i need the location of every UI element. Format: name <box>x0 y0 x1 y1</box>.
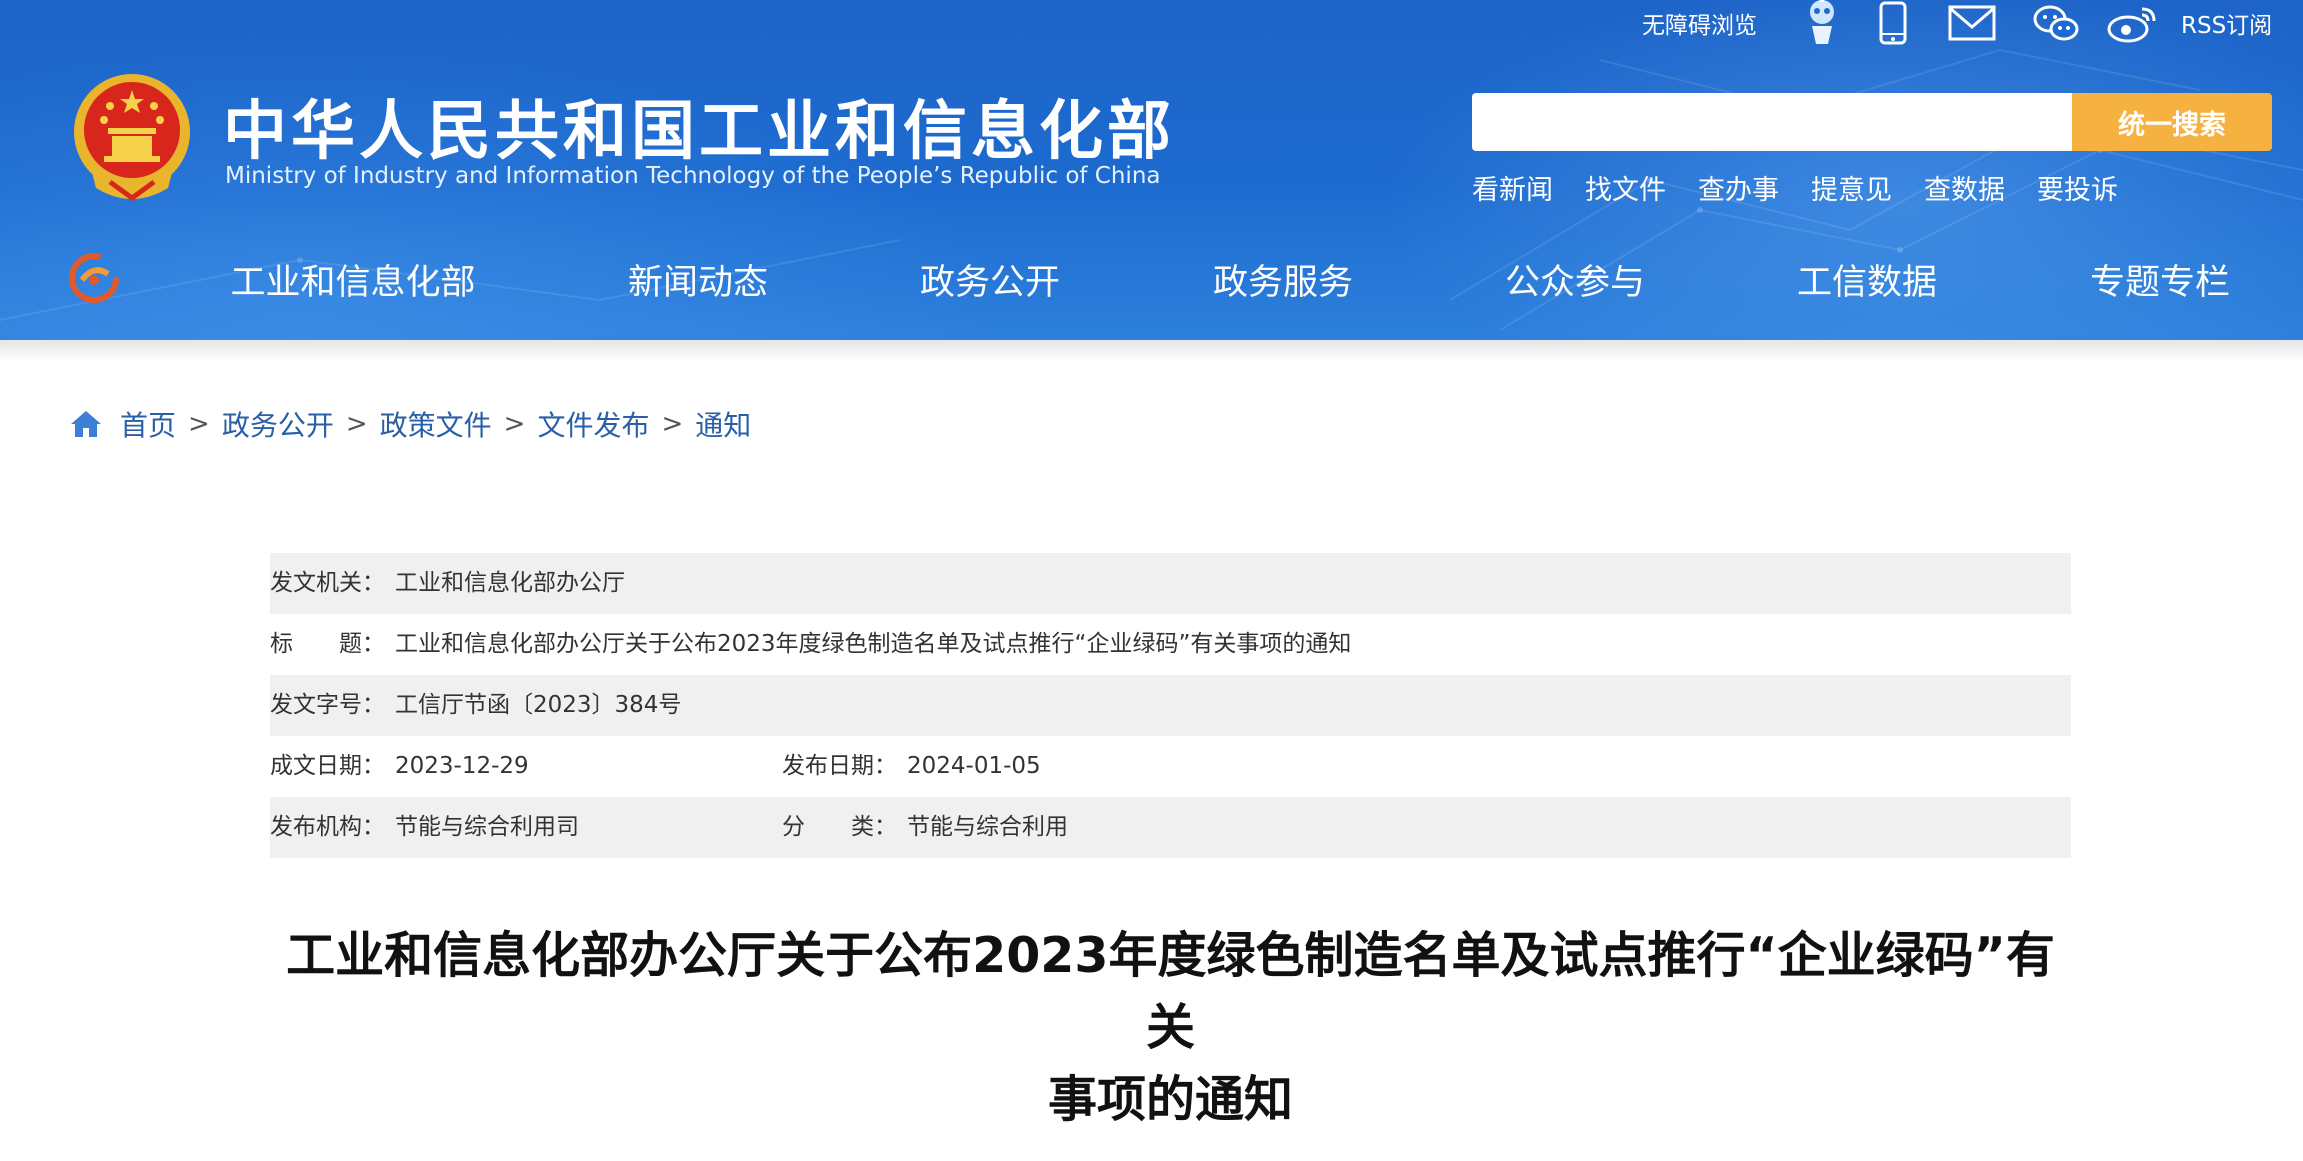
breadcrumb-notice[interactable]: 通知 <box>695 404 751 444</box>
meta-row-issuer: 发文机关： 工业和信息化部办公厅 <box>270 553 2071 614</box>
article-title: 工业和信息化部办公厅关于公布2023年度绿色制造名单及试点推行“企业绿码”有关 … <box>270 920 2071 1136</box>
doc-number-label: 发文字号： <box>270 692 385 718</box>
rss-label: RSS订阅 <box>2181 13 2273 39</box>
quick-link-data[interactable]: 查数据 <box>1924 168 2005 206</box>
meta-row-dates: 成文日期： 2023-12-29 发布日期： 2024-01-05 <box>270 736 2071 797</box>
accessibility-label: 无障碍浏览 <box>1642 13 1757 39</box>
nav-item-government-affairs[interactable]: 政务公开 <box>920 254 1060 303</box>
nav-item-public-participation[interactable]: 公众参与 <box>1505 254 1645 303</box>
quick-link-services[interactable]: 查办事 <box>1698 168 1779 206</box>
published-date-value: 2024-01-05 <box>907 753 1041 779</box>
mail-button[interactable] <box>1948 0 1996 46</box>
nav-item-special-topics[interactable]: 专题专栏 <box>2090 254 2230 303</box>
breadcrumb-government-affairs[interactable]: 政务公开 <box>222 404 334 444</box>
meta-row-title: 标 题： 工业和信息化部办公厅关于公布2023年度绿色制造名单及试点推行“企业绿… <box>270 614 2071 675</box>
nav-item-government-services[interactable]: 政务服务 <box>1213 254 1353 303</box>
meta-row-doc-number: 发文字号： 工信厅节函〔2023〕384号 <box>270 675 2071 736</box>
meta-row-org: 发布机构： 节能与综合利用司 分 类： 节能与综合利用 <box>270 797 2071 858</box>
org-label: 发布机构： <box>270 814 385 840</box>
quick-link-feedback[interactable]: 提意见 <box>1811 168 1892 206</box>
mobile-button[interactable] <box>1878 0 1908 46</box>
title-value: 工业和信息化部办公厅关于公布2023年度绿色制造名单及试点推行“企业绿码”有关事… <box>395 631 1352 657</box>
quick-links: 看新闻 找文件 查办事 提意见 查数据 要投诉 <box>1472 168 2150 206</box>
breadcrumb-separator: > <box>345 409 368 439</box>
article-title-line1: 工业和信息化部办公厅关于公布2023年度绿色制造名单及试点推行“企业绿码”有关 <box>286 927 2055 1056</box>
breadcrumb-document-release[interactable]: 文件发布 <box>537 404 649 444</box>
written-date-label: 成文日期： <box>270 753 385 779</box>
document-meta-table: 发文机关： 工业和信息化部办公厅 标 题： 工业和信息化部办公厅关于公布2023… <box>270 553 2071 858</box>
breadcrumb-home[interactable]: 首页 <box>120 404 176 444</box>
issuer-value: 工业和信息化部办公厅 <box>395 570 625 596</box>
weibo-button[interactable] <box>2106 0 2160 46</box>
written-date-value: 2023-12-29 <box>395 753 529 779</box>
rss-link[interactable]: RSS订阅 <box>2181 0 2272 46</box>
nav-item-data[interactable]: 工信数据 <box>1797 254 1937 303</box>
category-value: 节能与综合利用 <box>907 814 1068 840</box>
nav-item-news[interactable]: 新闻动态 <box>628 254 768 303</box>
site-title-chinese[interactable]: 中华人民共和国工业和信息化部 <box>223 80 1175 172</box>
org-value: 节能与综合利用司 <box>395 814 579 840</box>
home-icon[interactable] <box>70 409 102 439</box>
mail-icon <box>1948 5 1996 41</box>
site-title-english[interactable]: Ministry of Industry and Information Tec… <box>225 163 1161 189</box>
robot-assistant-button[interactable] <box>1804 0 1840 46</box>
wechat-button[interactable] <box>2032 0 2080 46</box>
doc-number-value: 工信厅节函〔2023〕384号 <box>395 692 682 718</box>
search-input[interactable] <box>1472 93 2072 151</box>
quick-link-complaint[interactable]: 要投诉 <box>2037 168 2118 206</box>
unified-search-button[interactable]: 统一搜索 <box>2072 93 2272 151</box>
breadcrumb-separator: > <box>661 409 684 439</box>
accessibility-link[interactable]: 无障碍浏览 <box>1642 0 1757 46</box>
header-shadow <box>0 340 2303 362</box>
breadcrumb-policy-documents[interactable]: 政策文件 <box>380 404 492 444</box>
miit-logo-icon[interactable] <box>66 250 122 306</box>
breadcrumb-separator: > <box>503 409 526 439</box>
issuer-label: 发文机关： <box>270 570 385 596</box>
category-label: 分 类： <box>782 814 897 840</box>
weibo-icon <box>2107 7 2156 43</box>
mobile-icon <box>1879 1 1907 45</box>
site-header: 中华人民共和国工业和信息化部 Ministry of Industry and … <box>0 0 2303 340</box>
breadcrumb-separator: > <box>188 409 210 439</box>
main-nav: 工业和信息化部 新闻动态 政务公开 政务服务 公众参与 工信数据 专题专栏 <box>0 232 2303 324</box>
quick-link-documents[interactable]: 找文件 <box>1585 168 1666 206</box>
article-title-line2: 事项的通知 <box>1047 1071 1293 1128</box>
quick-link-news[interactable]: 看新闻 <box>1472 168 1553 206</box>
wechat-icon <box>2033 5 2079 41</box>
breadcrumb: 首页 > 政务公开 > 政策文件 > 文件发布 > 通知 <box>70 404 751 444</box>
published-date-label: 发布日期： <box>782 753 897 779</box>
robot-assistant-icon <box>1810 0 1834 44</box>
national-emblem-icon <box>74 74 190 202</box>
title-label: 标 题： <box>270 631 385 657</box>
nav-item-ministry[interactable]: 工业和信息化部 <box>230 254 475 303</box>
